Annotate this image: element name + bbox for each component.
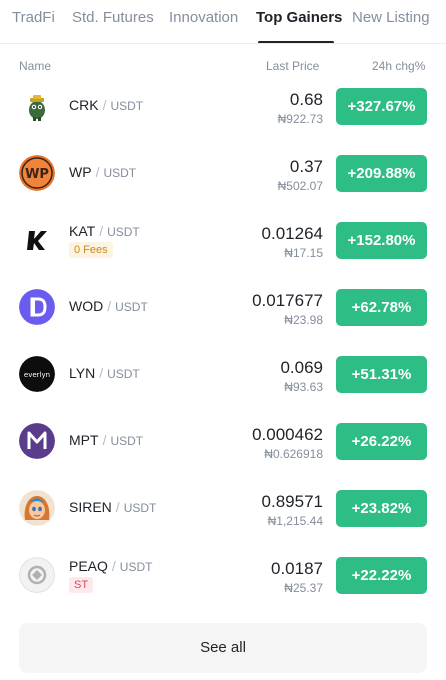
local-price: ₦17.15	[284, 246, 323, 260]
last-price: 0.069	[280, 358, 323, 377]
table-row[interactable]: CRK / USDT 0.68 ₦922.73 +327.67%	[0, 71, 446, 138]
wp-logo-text: WP	[25, 167, 49, 182]
market-tabs: TradFi Std. Futures Innovation Top Gaine…	[0, 0, 446, 44]
local-price: ₦922.73	[277, 112, 323, 126]
pair-name: KAT / USDT	[69, 223, 140, 239]
tab-innovation[interactable]: Innovation	[169, 9, 238, 27]
change-badge[interactable]: +22.22%	[336, 557, 427, 594]
peaq-logo-icon	[19, 557, 55, 593]
change-badge[interactable]: +62.78%	[336, 289, 427, 326]
table-row[interactable]: PEAQ / USDT ST 0.0187 ₦25.37 +22.22%	[0, 540, 446, 607]
wp-logo-icon: WP	[19, 155, 55, 191]
tab-new-listing[interactable]: New Listing	[352, 9, 430, 27]
local-price: ₦1,215.44	[267, 514, 323, 528]
last-price: 0.01264	[261, 224, 323, 243]
pair-symbol: PEAQ	[69, 558, 108, 574]
local-price: ₦93.63	[284, 380, 323, 394]
st-badge: ST	[69, 577, 94, 593]
pair-quote: USDT	[110, 99, 144, 113]
wod-logo-icon	[19, 289, 55, 325]
tab-top-gainers[interactable]: Top Gainers	[256, 9, 342, 27]
pair-quote: USDT	[107, 225, 140, 239]
pair-name: SIREN / USDT	[69, 499, 157, 515]
local-price: ₦0.626918	[264, 447, 323, 461]
pair-symbol: LYN	[69, 365, 96, 381]
pair-quote: USDT	[119, 560, 153, 574]
local-price: ₦25.37	[284, 581, 323, 595]
tab-std-futures[interactable]: Std. Futures	[72, 9, 154, 27]
change-badge[interactable]: +152.80%	[336, 222, 427, 259]
change-badge[interactable]: +26.22%	[336, 423, 427, 460]
change-badge[interactable]: +23.82%	[336, 490, 427, 527]
table-row[interactable]: SIREN / USDT 0.89571 ₦1,215.44 +23.82%	[0, 473, 446, 540]
pair-quote: USDT	[110, 434, 144, 448]
pair-symbol: WP	[69, 164, 92, 180]
table-row[interactable]: everlyn LYN / USDT 0.069 ₦93.63 +51.31%	[0, 339, 446, 406]
table-row[interactable]: WP WP / USDT 0.37 ₦502.07 +209.88%	[0, 138, 446, 205]
zero-fees-badge: 0 Fees	[69, 242, 113, 258]
last-price: 0.017677	[252, 291, 323, 310]
pair-symbol: MPT	[69, 432, 99, 448]
last-price: 0.37	[289, 157, 323, 176]
siren-logo-icon	[19, 490, 55, 526]
pair-name: WOD / USDT	[69, 298, 148, 314]
pair-name: LYN / USDT	[69, 365, 140, 381]
pair-quote: USDT	[107, 367, 140, 381]
last-price: 0.68	[289, 90, 323, 109]
change-badge[interactable]: +209.88%	[336, 155, 427, 192]
table-row[interactable]: MPT / USDT 0.000462 ₦0.626918 +26.22%	[0, 406, 446, 473]
local-price: ₦23.98	[284, 313, 323, 327]
pair-symbol: SIREN	[69, 499, 112, 515]
see-all-button[interactable]: See all	[19, 623, 427, 673]
tab-tradfi[interactable]: TradFi	[12, 9, 55, 27]
table-row[interactable]: KAT / USDT 0 Fees 0.01264 ₦17.15 +152.80%	[0, 205, 446, 272]
kat-logo-icon	[19, 222, 55, 258]
pair-quote: USDT	[123, 501, 157, 515]
local-price: ₦502.07	[277, 179, 323, 193]
table-row[interactable]: WOD / USDT 0.017677 ₦23.98 +62.78%	[0, 272, 446, 339]
active-tab-indicator	[258, 41, 334, 43]
mpt-logo-icon	[19, 423, 55, 459]
pair-symbol: CRK	[69, 97, 99, 113]
lyn-logo-icon: everlyn	[19, 356, 55, 392]
pair-quote: USDT	[115, 300, 148, 314]
change-badge[interactable]: +51.31%	[336, 356, 427, 393]
last-price: 0.000462	[252, 425, 323, 444]
change-badge[interactable]: +327.67%	[336, 88, 427, 125]
pair-symbol: KAT	[69, 223, 96, 239]
last-price: 0.89571	[261, 492, 323, 511]
pair-quote: USDT	[103, 166, 137, 180]
pair-name: PEAQ / USDT	[69, 558, 153, 574]
pair-name: WP / USDT	[69, 164, 137, 180]
pair-name: MPT / USDT	[69, 432, 144, 448]
pair-name: CRK / USDT	[69, 97, 144, 113]
crk-logo-icon	[19, 88, 55, 124]
last-price: 0.0187	[271, 559, 323, 578]
pair-symbol: WOD	[69, 298, 104, 314]
lyn-logo-text: everlyn	[24, 371, 50, 379]
